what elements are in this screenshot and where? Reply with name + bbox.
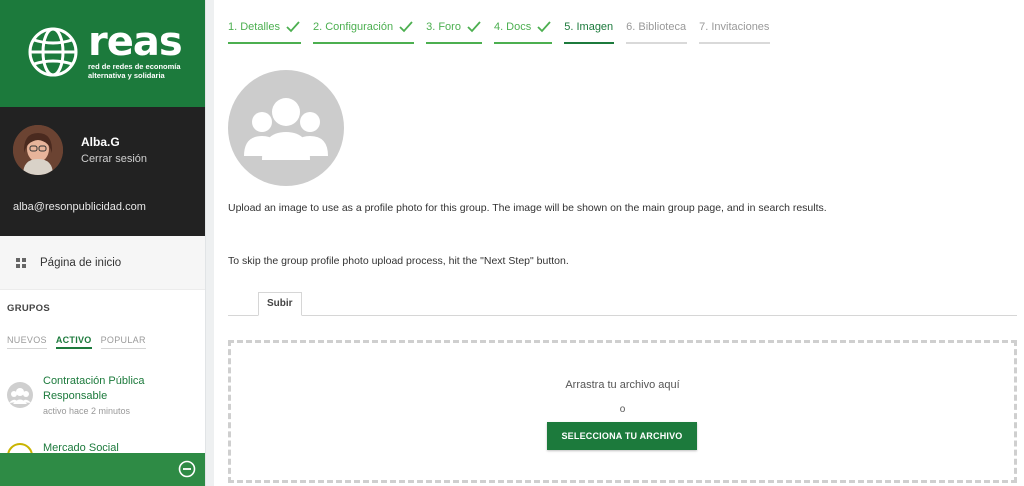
step-label: 5. Imagen [564, 20, 614, 33]
file-drop-zone[interactable]: Arrastra tu archivo aquí o SELECCIONA TU… [228, 340, 1017, 483]
check-icon [286, 20, 300, 32]
group-avatar [7, 382, 33, 408]
step-label: 7. Invitaciones [699, 20, 770, 33]
user-avatar[interactable] [13, 125, 63, 175]
brand-tagline-1: red de redes de economía [88, 62, 181, 71]
brand-tagline-2: alternativa y solidaria [88, 71, 165, 80]
skip-instructions: To skip the group profile photo upload p… [228, 255, 569, 267]
groups-tab-popular[interactable]: POPULAR [100, 335, 146, 349]
check-icon [399, 20, 413, 32]
sidebar-divider [205, 0, 214, 486]
wizard-steps: 1. Detalles 2. Configuración 3. Foro 4. … [228, 18, 771, 44]
user-email: alba@resonpublicidad.com [13, 201, 146, 213]
sidebar-footer [0, 453, 205, 486]
nav-home-label: Página de inicio [40, 257, 122, 269]
user-name[interactable]: Alba.G [81, 135, 120, 149]
check-icon [467, 20, 481, 32]
nav-home[interactable]: Página de inicio [0, 236, 205, 290]
sidebar: reas red de redes de economía alternativ… [0, 0, 205, 486]
upload-tabs: Subir [228, 292, 1017, 316]
group-list-item[interactable]: Contratación Pública Responsable activo … [7, 374, 197, 422]
step-label: 3. Foro [426, 20, 461, 33]
tab-upload[interactable]: Subir [258, 292, 302, 316]
step-docs[interactable]: 4. Docs [493, 18, 553, 44]
minus-circle-icon[interactable] [178, 460, 196, 478]
step-label: 1. Detalles [228, 20, 280, 33]
step-details[interactable]: 1. Detalles [228, 18, 301, 44]
drop-zone-or: o [619, 404, 626, 415]
logout-link[interactable]: Cerrar sesión [81, 153, 147, 165]
globe-logo-icon [28, 27, 78, 77]
drop-zone-text: Arrastra tu archivo aquí [565, 379, 680, 391]
group-users-icon [244, 98, 328, 160]
groups-title: GRUPOS [7, 303, 50, 314]
groups-tab-active[interactable]: ACTIVO [55, 335, 92, 349]
grid-icon [16, 258, 26, 268]
upload-description: Upload an image to use as a profile phot… [228, 202, 827, 214]
brand-name: reas [88, 19, 183, 65]
group-activity: activo hace 2 minutos [43, 406, 131, 416]
select-file-button[interactable]: SELECCIONA TU ARCHIVO [547, 422, 697, 450]
step-forum[interactable]: 3. Foro [426, 18, 482, 44]
groups-tabs: NUEVOS ACTIVO POPULAR [7, 335, 146, 349]
step-label: 2. Configuración [312, 20, 394, 33]
brand-header[interactable]: reas red de redes de economía alternativ… [0, 0, 205, 107]
group-title[interactable]: Contratación Pública Responsable [43, 374, 183, 404]
step-label: 6. Biblioteca [626, 20, 687, 33]
group-photo-placeholder [228, 70, 344, 186]
check-icon [537, 20, 551, 32]
step-configuration[interactable]: 2. Configuración [312, 18, 415, 44]
step-image[interactable]: 5. Imagen [564, 18, 615, 44]
step-library[interactable]: 6. Biblioteca [626, 18, 688, 44]
user-panel: Alba.G Cerrar sesión alba@resonpublicida… [0, 107, 205, 236]
step-invitations[interactable]: 7. Invitaciones [699, 18, 771, 44]
groups-tab-new[interactable]: NUEVOS [7, 335, 47, 349]
step-label: 4. Docs [493, 20, 532, 33]
